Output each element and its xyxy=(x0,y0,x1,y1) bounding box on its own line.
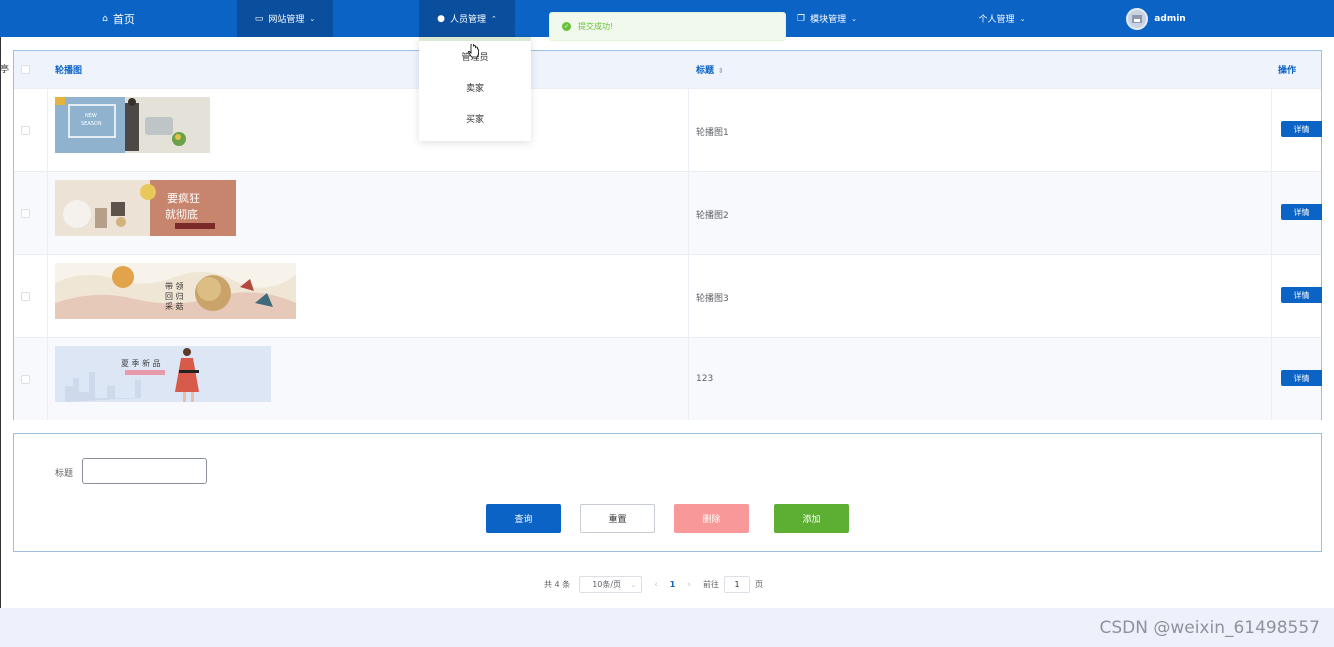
svg-text:采 菇: 采 菇 xyxy=(165,301,184,311)
chevron-up-icon: ⌃ xyxy=(491,14,497,23)
prev-page-icon[interactable]: ‹ xyxy=(654,580,658,590)
row-checkbox[interactable] xyxy=(21,292,30,301)
title-input[interactable] xyxy=(82,458,207,484)
detail-button[interactable]: 详情 xyxy=(1281,121,1322,137)
table-row: NEW SEASON 轮播图1 详情 xyxy=(14,88,1322,171)
nav-spacer-4 xyxy=(1052,0,1118,37)
next-page-icon[interactable]: › xyxy=(687,580,691,590)
copy-icon: ❐ xyxy=(797,13,806,24)
user-icon: ● xyxy=(437,13,445,24)
menu-item-seller[interactable]: 卖家 xyxy=(419,72,531,103)
sort-icon[interactable]: ⇕ xyxy=(718,67,724,75)
nav-home[interactable]: ⌂ 首页 xyxy=(0,0,237,37)
nav-website-label: 网站管理 xyxy=(268,15,305,25)
row-title: 轮播图2 xyxy=(696,211,729,221)
page-size-select[interactable]: 10条/页 ⌄ xyxy=(579,576,643,593)
chevron-down-icon: ⌄ xyxy=(1019,14,1026,23)
row-title: 123 xyxy=(696,374,714,384)
carousel-image-3: 带 领 回 归 采 菇 xyxy=(55,263,296,319)
chevron-down-icon: ⌄ xyxy=(851,14,857,23)
table-row: 夏 季 新 品 123 详情 xyxy=(14,337,1322,420)
column-divider xyxy=(688,88,689,420)
column-divider xyxy=(47,88,48,420)
carousel-image-2: 要疯狂 就彻底 xyxy=(55,180,236,236)
delete-button[interactable]: 删除 xyxy=(674,504,749,533)
detail-button[interactable]: 详情 xyxy=(1281,287,1322,303)
carousel-table: 轮播图 标题 ⇕ 操作 NEW SEASON 轮播图1 详情 要疯狂 就彻底 轮… xyxy=(13,50,1322,420)
table-header: 轮播图 标题 ⇕ 操作 xyxy=(14,51,1321,88)
row-title: 轮播图1 xyxy=(696,128,729,138)
detail-button[interactable]: 详情 xyxy=(1281,204,1322,220)
header-title[interactable]: 标题 ⇕ xyxy=(696,63,724,76)
pagination: 共 4 条 10条/页 ⌄ ‹ 1 › 前往 1 页 xyxy=(544,576,763,593)
nav-website-management[interactable]: ▭ 网站管理 ⌄ xyxy=(237,0,333,37)
svg-text:就彻底: 就彻底 xyxy=(165,207,198,221)
stray-glyph: 亭 xyxy=(0,65,10,75)
svg-text:回 归: 回 归 xyxy=(165,291,184,301)
total-count: 共 4 条 xyxy=(544,580,571,589)
home-icon: ⌂ xyxy=(102,13,108,24)
nav-user[interactable]: admin xyxy=(1118,0,1194,37)
avatar xyxy=(1126,7,1149,30)
left-edge-rule xyxy=(0,0,1,647)
nav-module-management[interactable]: ❐ 模块管理 ⌄ xyxy=(787,0,867,37)
toast-message: 提交成功! xyxy=(578,22,614,31)
query-button[interactable]: 查询 xyxy=(486,504,561,533)
csdn-watermark: CSDN @weixin_61498557 xyxy=(1099,618,1320,638)
select-all-checkbox[interactable] xyxy=(21,65,30,74)
add-button[interactable]: 添加 xyxy=(774,504,849,533)
svg-text:带 领: 带 领 xyxy=(165,281,184,291)
detail-button[interactable]: 详情 xyxy=(1281,370,1322,386)
image-icon xyxy=(1132,14,1143,23)
chevron-down-icon: ⌄ xyxy=(309,14,316,23)
column-divider xyxy=(1271,88,1272,420)
header-operation: 操作 xyxy=(1278,66,1297,76)
user-name: admin xyxy=(1154,13,1186,24)
table-row: 要疯狂 就彻底 轮播图2 详情 xyxy=(14,171,1322,254)
hand-cursor-icon xyxy=(468,44,479,58)
row-title: 轮播图3 xyxy=(696,294,729,304)
nav-personal-label: 个人管理 xyxy=(978,15,1015,25)
row-checkbox[interactable] xyxy=(21,126,30,135)
reset-button[interactable]: 重置 xyxy=(580,504,655,533)
page-suffix: 页 xyxy=(754,580,763,589)
svg-text:要疯狂: 要疯狂 xyxy=(167,191,200,205)
nav-module-label: 模块管理 xyxy=(810,15,847,25)
chevron-down-icon: ⌄ xyxy=(630,580,637,589)
header-image: 轮播图 xyxy=(55,66,83,76)
goto-label: 前往 xyxy=(702,580,719,589)
nav-people-management[interactable]: ● 人员管理 ⌃ xyxy=(419,0,515,37)
nav-spacer-3 xyxy=(867,0,952,37)
search-panel: 标题 查询 重置 删除 添加 xyxy=(13,433,1322,552)
table-row: 带 领 回 归 采 菇 轮播图3 详情 xyxy=(14,254,1322,337)
header-title-label: 标题 xyxy=(696,66,715,76)
nav-home-label: 首页 xyxy=(112,12,135,26)
carousel-image-4: 夏 季 新 品 xyxy=(55,346,271,402)
success-toast: ✓ 提交成功! xyxy=(549,12,786,41)
check-circle-icon: ✓ xyxy=(562,22,571,31)
title-label: 标题 xyxy=(55,469,74,479)
svg-text:SEASON: SEASON xyxy=(81,121,102,127)
monitor-icon: ▭ xyxy=(254,13,264,24)
page-number[interactable]: 1 xyxy=(670,580,676,589)
row-checkbox[interactable] xyxy=(21,375,30,384)
svg-text:夏 季 新 品: 夏 季 新 品 xyxy=(121,358,161,368)
svg-text:NEW: NEW xyxy=(85,113,97,119)
nav-personal-management[interactable]: 个人管理 ⌄ xyxy=(952,0,1052,37)
page-size-value: 10条/页 xyxy=(592,580,622,589)
goto-page-input[interactable]: 1 xyxy=(723,576,750,593)
nav-people-label: 人员管理 xyxy=(449,15,486,25)
menu-item-buyer[interactable]: 买家 xyxy=(419,103,531,134)
row-checkbox[interactable] xyxy=(21,209,30,218)
carousel-image-1: NEW SEASON xyxy=(55,97,210,153)
